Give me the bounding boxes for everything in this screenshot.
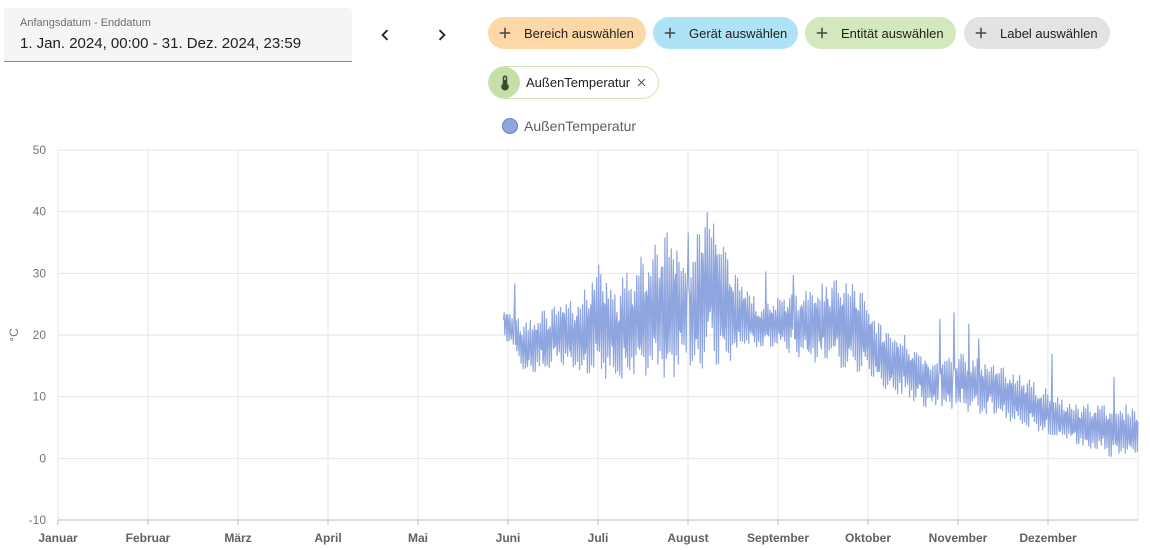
y-tick-label: 50 [33,143,47,157]
close-icon[interactable] [633,74,649,90]
y-tick-label: 20 [33,328,47,342]
x-tick-label: Januar [38,531,78,545]
select-device-chip[interactable]: Gerät auswählen [653,17,798,49]
select-area-label: Bereich auswählen [524,25,634,41]
y-tick-label: 40 [33,205,47,219]
legend-label: AußenTemperatur [524,118,637,134]
temperature-line-chart: 50 40 30 20 10 0 -10 Januar Februar März April Mai J… [7,143,1139,545]
chevron-right-icon [438,29,446,41]
select-entity-label: Entität auswählen [841,25,944,41]
previous-range-button[interactable] [366,16,404,54]
x-tick-label: Dezember [1019,531,1077,545]
x-tick-label: Juni [496,531,521,545]
next-range-button[interactable] [423,16,461,54]
y-tick-label: 10 [33,390,47,404]
selected-entity-chip[interactable]: AußenTemperatur [488,66,659,99]
date-range-value: 1. Jan. 2024, 00:00 - 31. Dez. 2024, 23:… [20,35,302,52]
select-label-chip[interactable]: Label auswählen [964,17,1110,49]
x-tick-label: Mai [408,531,428,545]
temperature-series-line [502,211,1139,457]
select-entity-chip[interactable]: Entität auswählen [805,17,956,49]
select-area-chip[interactable]: Bereich auswählen [488,17,646,49]
chevron-left-icon [381,29,389,41]
select-label-label: Label auswählen [1000,25,1098,41]
x-tick-label: September [747,531,809,545]
x-tick-label: Juli [588,531,609,545]
selected-entity-label: AußenTemperatur [526,75,631,90]
date-range-label: Anfangsdatum - Enddatum [20,17,151,29]
y-tick-label: -10 [29,513,47,527]
x-tick-label: August [667,531,708,545]
x-tick-label: Oktober [845,531,891,545]
plus-icon [496,24,514,42]
date-range-picker[interactable]: Anfangsdatum - Enddatum 1. Jan. 2024, 00… [4,8,352,62]
x-tick-label: Februar [126,531,171,545]
x-tick-label: März [224,531,251,545]
legend-color-dot [502,118,518,134]
thermometer-icon [489,67,520,98]
x-tick-label: November [929,531,988,545]
plus-icon [813,24,831,42]
plus-icon [972,24,990,42]
select-device-label: Gerät auswählen [689,25,788,41]
y-tick-label: 0 [39,451,46,465]
y-tick-label: 30 [33,266,47,280]
y-axis-label: °C [7,328,21,342]
chart-legend-item[interactable]: AußenTemperatur [502,116,636,136]
plus-icon [661,24,679,42]
x-tick-label: April [314,531,341,545]
